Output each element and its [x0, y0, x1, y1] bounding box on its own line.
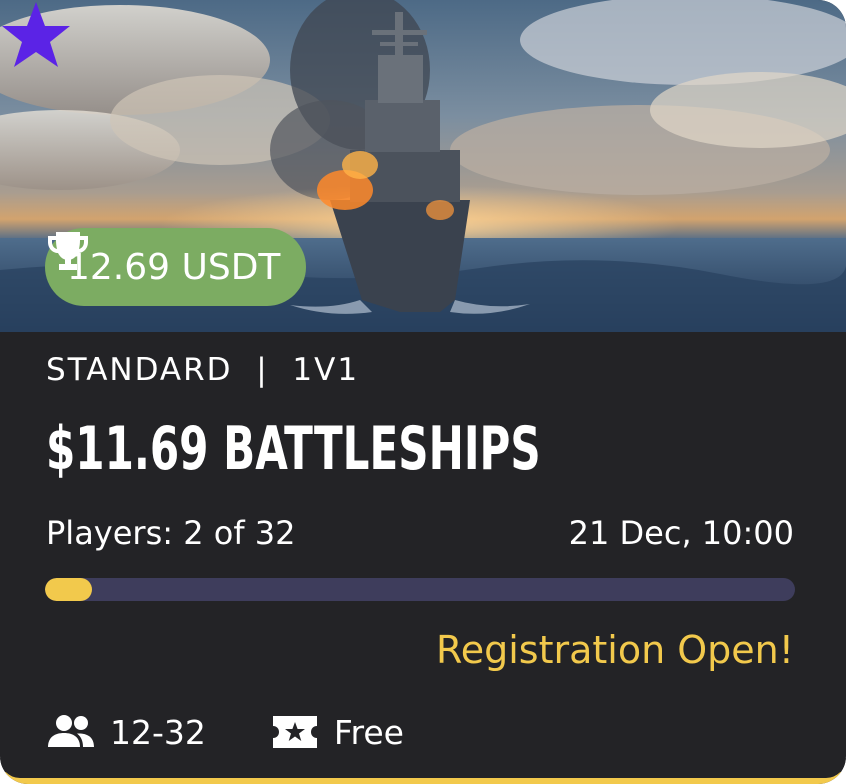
- entry-fee-label: Free: [333, 712, 404, 752]
- registration-progress-bar: [45, 578, 795, 601]
- hero-image-battleship: 12.69 USDT: [0, 0, 846, 332]
- team-size-label: 12-32: [110, 712, 206, 752]
- trophy-icon: [48, 232, 88, 270]
- prize-amount: 12.69 USDT: [67, 246, 281, 288]
- entry-fee-info: Free: [270, 713, 404, 752]
- tournament-datetime: 21 Dec, 10:00: [568, 514, 794, 552]
- registration-progress-fill: [45, 578, 92, 601]
- tournament-meta: 12-32 Free: [46, 710, 404, 754]
- group-icon: [48, 715, 94, 747]
- card-bottom-surface: [0, 758, 846, 778]
- team-size-info: 12-32: [46, 713, 206, 752]
- prize-pool-badge: 12.69 USDT: [45, 228, 307, 306]
- tournament-category: STANDARD | 1V1: [46, 352, 360, 388]
- players-count: Players: 2 of 32: [46, 514, 296, 552]
- tournament-card[interactable]: 12.69 USDT STANDARD | 1V1 $11.69 BATTLES…: [0, 0, 846, 784]
- registration-status: Registration Open!: [436, 628, 794, 672]
- favorite-star-icon[interactable]: [0, 0, 72, 70]
- tournament-title: $11.69 BATTLESHIPS: [46, 414, 541, 484]
- ticket-star-icon: [272, 716, 317, 748]
